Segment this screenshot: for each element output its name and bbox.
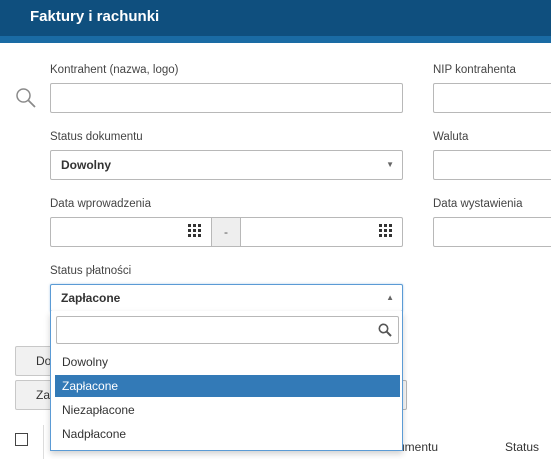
column-header-document[interactable]: umentu [398, 440, 438, 454]
currency-label: Waluta [433, 131, 469, 143]
dropdown-option[interactable]: Niezapłacone [55, 399, 400, 421]
search-icon[interactable] [14, 86, 38, 110]
payment-status-select[interactable]: Zapłacone ▲ [50, 284, 403, 312]
dropdown-option[interactable]: Dowolny [55, 351, 400, 373]
contractor-label: Kontrahent (nazwa, logo) [50, 64, 179, 76]
doc-status-label: Status dokumentu [50, 131, 143, 143]
column-divider [43, 425, 44, 459]
calendar-icon[interactable] [188, 224, 202, 238]
issue-date-label: Data wystawienia [433, 198, 523, 210]
payment-status-label: Status płatności [50, 265, 132, 277]
dropdown-option[interactable]: Nadpłacone [55, 423, 400, 445]
select-all-checkbox[interactable] [15, 433, 28, 446]
date-range-separator: - [211, 218, 241, 246]
entry-date-to-input[interactable] [242, 218, 402, 246]
doc-status-value: Dowolny [61, 158, 111, 172]
search-icon [378, 323, 392, 337]
payment-status-dropdown: Dowolny Zapłacone Niezapłacone Nadpłacone [50, 311, 403, 451]
calendar-icon[interactable] [379, 224, 393, 238]
dropdown-search-input[interactable] [56, 316, 399, 344]
column-header-status[interactable]: Status [505, 440, 539, 454]
app-header: Faktury i rachunki [0, 0, 551, 36]
entry-date-label: Data wprowadzenia [50, 198, 152, 210]
header-stripe [0, 36, 551, 43]
entry-date-from-input[interactable] [51, 218, 211, 246]
dropdown-option[interactable]: Zapłacone [55, 375, 400, 397]
button-partial-2-label: Za [36, 388, 51, 402]
payment-status-value: Zapłacone [61, 291, 121, 305]
page-title: Faktury i rachunki [30, 8, 160, 25]
nip-label: NIP kontrahenta [433, 64, 516, 76]
doc-status-select[interactable]: Dowolny ▼ [50, 150, 403, 180]
currency-select[interactable] [433, 150, 551, 180]
caret-up-icon: ▲ [386, 293, 394, 302]
caret-down-icon: ▼ [386, 160, 394, 169]
entry-date-range: - [50, 217, 403, 247]
nip-input[interactable] [433, 83, 551, 113]
contractor-input[interactable] [50, 83, 403, 113]
issue-date-input[interactable] [433, 217, 551, 247]
